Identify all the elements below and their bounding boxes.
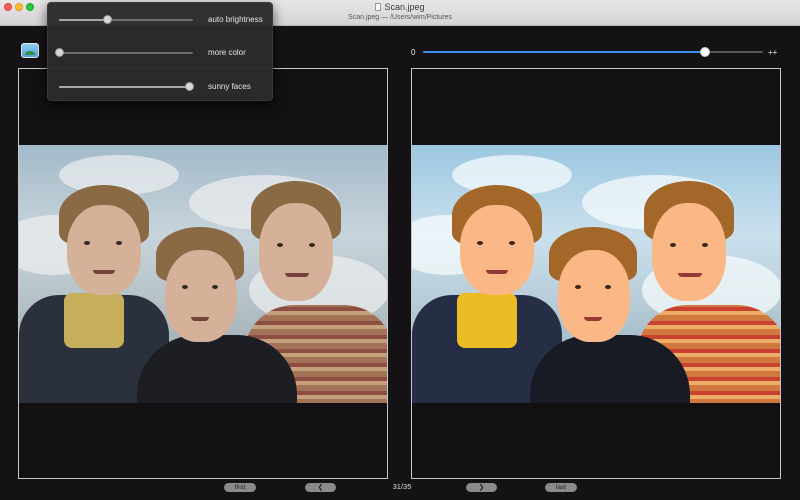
slider-fill bbox=[59, 86, 189, 88]
app-window: Scan.jpeg Scan.jpeg — /Users/wim/Picture… bbox=[0, 0, 800, 500]
first-button[interactable]: first bbox=[224, 483, 256, 492]
chevron-right-icon: ❯ bbox=[478, 484, 485, 491]
window-title: Scan.jpeg bbox=[384, 2, 425, 12]
slider-knob[interactable] bbox=[103, 15, 113, 24]
adjustments-popover: auto brightness more color sunny faces bbox=[47, 2, 273, 101]
chevron-left-icon: ❮ bbox=[317, 484, 324, 491]
next-button[interactable]: ❯ bbox=[466, 483, 497, 492]
sunny-faces-slider[interactable] bbox=[59, 82, 194, 91]
compare-min-label: 0 bbox=[411, 48, 416, 57]
original-photo bbox=[19, 145, 387, 403]
original-image-pane bbox=[18, 68, 388, 479]
slider-knob[interactable] bbox=[184, 82, 194, 91]
more-color-label: more color bbox=[208, 48, 246, 57]
compare-slider[interactable] bbox=[423, 47, 763, 57]
enhanced-image-pane bbox=[411, 68, 781, 479]
compare-slider-fill bbox=[423, 51, 706, 53]
slider-fill bbox=[59, 19, 108, 21]
enhanced-photo bbox=[412, 145, 780, 403]
compare-max-label: ++ bbox=[768, 48, 778, 57]
image-counter: 31/35 bbox=[392, 482, 412, 491]
auto-brightness-label: auto brightness bbox=[208, 15, 263, 24]
previous-button[interactable]: ❮ bbox=[305, 483, 336, 492]
auto-brightness-slider[interactable] bbox=[59, 15, 193, 24]
sunny-faces-label: sunny faces bbox=[208, 82, 251, 91]
more-color-slider[interactable] bbox=[55, 48, 193, 57]
slider-knob[interactable] bbox=[55, 48, 64, 57]
last-button[interactable]: last bbox=[545, 483, 577, 492]
document-icon bbox=[375, 3, 382, 11]
compare-slider-knob[interactable] bbox=[700, 47, 711, 57]
photo-adjustments-icon[interactable] bbox=[21, 43, 39, 58]
